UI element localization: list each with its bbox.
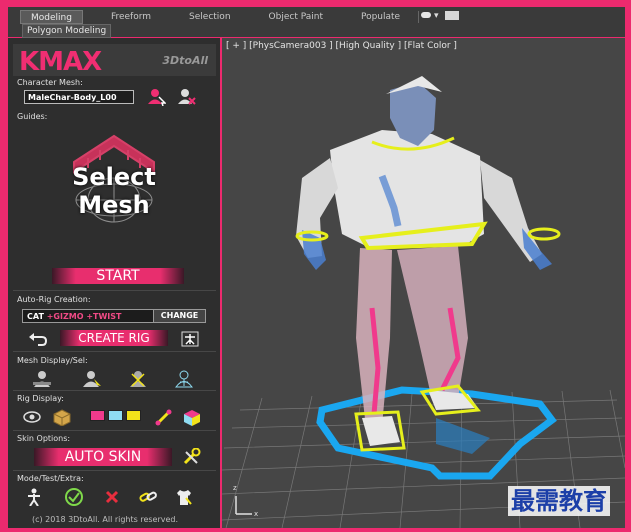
ribbon-tabs: Modeling Freeform Selection Object Paint…: [20, 10, 459, 24]
stand-pose-icon: [28, 488, 40, 506]
axis-z-label: z: [233, 484, 237, 492]
wrench-icon: [183, 448, 201, 465]
divider: [13, 351, 216, 352]
mesh-display-label: Mesh Display/Sel:: [17, 356, 88, 365]
bone-button[interactable]: [154, 408, 174, 426]
link-icon: [139, 491, 157, 502]
rig-type-twist: +TWIST: [86, 311, 122, 321]
cube-display-button[interactable]: [52, 408, 72, 426]
mesh-select-icon: [83, 371, 101, 387]
test-check-button[interactable]: [64, 488, 84, 506]
color-swatch-cyan[interactable]: [108, 410, 123, 421]
skin-options-label: Skin Options:: [17, 434, 71, 443]
skin-tools-button[interactable]: [182, 448, 202, 466]
stand-pose-button[interactable]: [24, 488, 44, 506]
character-mesh-label: Character Mesh:: [17, 78, 83, 87]
pick-mesh-button[interactable]: [146, 88, 166, 106]
tab-selection[interactable]: Selection: [179, 10, 240, 24]
select-mesh-label: Select Mesh: [68, 120, 160, 220]
ribbon-toggle-icon: [421, 12, 432, 18]
divider: [13, 290, 216, 291]
axis-gizmo: [235, 496, 252, 515]
select-text: Select: [72, 163, 156, 191]
change-rig-button[interactable]: CHANGE: [153, 310, 205, 322]
tab-freeform[interactable]: Freeform: [101, 10, 161, 24]
viewport-scene: [222, 76, 625, 528]
start-button[interactable]: START: [52, 268, 184, 284]
ribbon-bar: Modeling Freeform Selection Object Paint…: [8, 7, 625, 38]
axis-x-label: x: [254, 510, 259, 518]
rig-type-gizmo: +GIZMO: [46, 311, 84, 321]
left-foot: [362, 416, 400, 446]
mesh-wire-button[interactable]: [174, 370, 194, 388]
skeleton-icon: [181, 331, 199, 347]
delete-icon: [105, 490, 119, 504]
divider: [13, 430, 216, 431]
tab-populate[interactable]: Populate: [351, 10, 410, 24]
rig-type-text: CAT +GIZMO +TWIST: [23, 312, 122, 321]
rig-display-label: Rig Display:: [17, 394, 65, 403]
3d-viewport[interactable]: [ + ] [PhysCamera003 ] [High Quality ] […: [222, 38, 625, 528]
user-pick-icon: [148, 89, 166, 106]
color-swatch-pink[interactable]: [90, 410, 105, 421]
character-mesh-field[interactable]: MaleChar-Body_L00: [24, 90, 134, 104]
auto-skin-button[interactable]: AUTO SKIN: [34, 448, 172, 466]
link-button[interactable]: [138, 488, 158, 506]
undo-arrow-icon: [29, 333, 48, 346]
check-icon: [65, 488, 83, 506]
tab-modeling[interactable]: Modeling: [20, 10, 83, 24]
kmax-logo: KMAX: [19, 47, 102, 77]
shirt-button[interactable]: [174, 488, 194, 506]
ribbon-options-dropdown[interactable]: ▾: [421, 10, 459, 24]
tab-object-paint[interactable]: Object Paint: [259, 10, 333, 24]
bone-display-icon: [23, 411, 41, 423]
app-frame: Modeling Freeform Selection Object Paint…: [0, 0, 631, 532]
delete-button[interactable]: [102, 488, 122, 506]
mode-test-extra-label: Mode/Test/Extra:: [17, 474, 84, 483]
tab-polygon-modeling[interactable]: Polygon Modeling: [22, 24, 112, 38]
mesh-hide-button[interactable]: [128, 370, 148, 388]
kmax-logo-band: KMAX 3DtoAll: [13, 44, 216, 77]
ribbon-separator: [418, 11, 420, 23]
mesh-display-icon: [33, 371, 51, 387]
color-swatch-yellow[interactable]: [126, 410, 141, 421]
mesh-text: Mesh: [78, 191, 150, 219]
rig-type-row: CAT +GIZMO +TWIST CHANGE: [22, 309, 206, 323]
create-rig-button[interactable]: CREATE RIG: [60, 330, 168, 346]
auto-rig-label: Auto-Rig Creation:: [17, 295, 91, 304]
mesh-wire-icon: [175, 370, 193, 388]
mesh-select-button[interactable]: [82, 370, 102, 388]
copyright-text: (c) 2018 3DtoAll. All rights reserved.: [32, 515, 179, 524]
divider: [13, 390, 216, 391]
guides-label: Guides:: [17, 112, 48, 121]
rig-type-cat: CAT: [27, 311, 44, 321]
bone-display-button[interactable]: [22, 408, 42, 426]
color-cube-icon: [184, 410, 200, 426]
color-cube-button[interactable]: [182, 408, 202, 426]
user-remove-icon: [178, 89, 196, 105]
ribbon-minimize-icon[interactable]: [444, 11, 459, 20]
right-leg: [397, 246, 468, 400]
bone-icon: [155, 409, 172, 426]
clear-mesh-button[interactable]: [176, 88, 196, 106]
cube-icon: [53, 409, 71, 426]
kmax-panel: KMAX 3DtoAll Character Mesh: MaleChar-Bo…: [8, 38, 220, 528]
divider: [13, 470, 216, 471]
3dtoall-logo: 3DtoAll: [162, 54, 208, 67]
mesh-display-button[interactable]: [32, 370, 52, 388]
shirt-icon: [177, 490, 192, 505]
rig-settings-button[interactable]: [180, 330, 200, 348]
mesh-hide-icon: [130, 371, 146, 387]
watermark-logo: 最需教育: [508, 486, 610, 516]
undo-rig-button[interactable]: [28, 330, 48, 348]
